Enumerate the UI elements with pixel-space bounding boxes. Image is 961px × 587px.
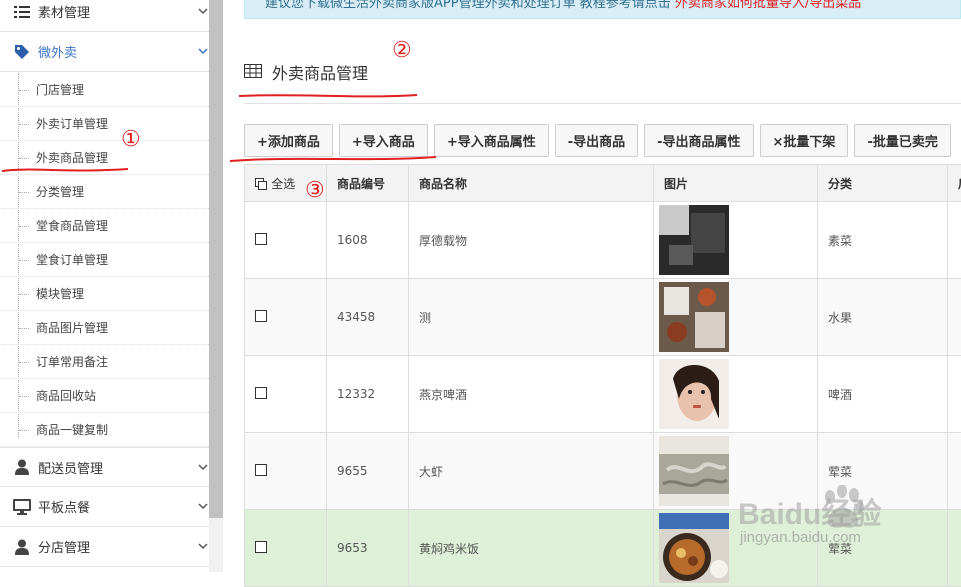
annotation-underline-3: [228, 153, 438, 165]
table-header-row: 全选 商品编号 商品名称 图片 分类 后: [245, 165, 961, 202]
page-title-text: 外卖商品管理: [272, 60, 368, 84]
row-checkbox[interactable]: [255, 310, 267, 322]
category-header: 分类: [818, 165, 948, 202]
table-icon: [244, 63, 262, 82]
scrollbar-thumb[interactable]: [209, 0, 223, 518]
table-row: 12332 燕京啤酒 啤酒: [245, 356, 961, 433]
row-checkbox[interactable]: [255, 233, 267, 245]
sidebar-item-orders[interactable]: 外卖订单管理: [0, 107, 209, 141]
product-name: 黄焖鸡米饭: [409, 510, 654, 587]
sidebar-item-dinein-orders[interactable]: 堂食订单管理: [0, 243, 209, 277]
tag-icon: [12, 42, 32, 62]
list-icon: [12, 2, 32, 22]
table-row: 43458 测 水果: [245, 279, 961, 356]
bulk-soldout-button[interactable]: -批量已卖完: [854, 124, 950, 157]
chevron-down-icon: [197, 461, 209, 473]
sidebar: 素材管理 微外卖 门店管理 外卖订单管理 外卖商品管理 分类管理 堂食商品管理 …: [0, 0, 209, 572]
sidebar-item-recycle[interactable]: 商品回收站: [0, 379, 209, 413]
bulk-delist-button[interactable]: ×批量下架: [760, 124, 849, 157]
product-category: 啤酒: [818, 356, 948, 433]
product-image[interactable]: [659, 359, 729, 429]
product-name: 燕京啤酒: [409, 356, 654, 433]
product-code: 43458: [327, 279, 409, 356]
import-attributes-button[interactable]: +导入商品属性: [434, 124, 549, 157]
row-checkbox[interactable]: [255, 464, 267, 476]
name-header: 商品名称: [409, 165, 654, 202]
chevron-down-icon: [197, 500, 209, 512]
user-icon: [12, 537, 32, 557]
copy-icon: [255, 178, 267, 190]
product-code: 9655: [327, 433, 409, 510]
sidebar-item-label: 模块管理: [36, 285, 84, 302]
watermark-brand: Baidu经验: [738, 489, 881, 533]
user-icon: [12, 457, 32, 477]
sidebar-item-label: 商品图片管理: [36, 319, 108, 336]
sidebar-group-label: 素材管理: [38, 2, 90, 21]
monitor-icon: [12, 497, 32, 517]
sidebar-item-label: 订单常用备注: [36, 353, 108, 370]
annotation-marker-1: ①: [121, 127, 141, 152]
product-image[interactable]: [659, 205, 729, 275]
export-attributes-button[interactable]: -导出商品属性: [644, 124, 753, 157]
sidebar-item-dinein-products[interactable]: 堂食商品管理: [0, 209, 209, 243]
product-name: 大虾: [409, 433, 654, 510]
sidebar-item-label: 门店管理: [36, 81, 84, 98]
sidebar-item-modules[interactable]: 模块管理: [0, 277, 209, 311]
divider: [244, 103, 961, 104]
sidebar-item-copy[interactable]: 商品一键复制: [0, 413, 209, 447]
product-name: 测: [409, 279, 654, 356]
sidebar-group-label: 配送员管理: [38, 458, 103, 477]
sidebar-group-branches[interactable]: 分店管理: [0, 527, 209, 567]
product-category: 素菜: [818, 202, 948, 279]
watermark-url: jingyan.baidu.com: [740, 529, 861, 546]
sidebar-item-store[interactable]: 门店管理: [0, 73, 209, 107]
sidebar-group-materials[interactable]: 素材管理: [0, 0, 209, 32]
product-code: 1608: [327, 202, 409, 279]
baidu-watermark: Baidu经验 jingyan.baidu.com: [736, 485, 961, 572]
annotation-underline-1: [0, 164, 130, 176]
annotation-marker-2: ②: [392, 38, 412, 63]
chevron-down-icon: [197, 5, 209, 17]
product-image[interactable]: [659, 436, 729, 506]
row-checkbox[interactable]: [255, 387, 267, 399]
sidebar-scrollbar[interactable]: [209, 0, 223, 572]
sidebar-item-label: 商品一键复制: [36, 421, 108, 438]
product-image[interactable]: [659, 513, 729, 583]
submenu-weiwaimai: 门店管理 外卖订单管理 外卖商品管理 分类管理 堂食商品管理 堂食订单管理 模块…: [0, 73, 209, 447]
sidebar-item-label: 分类管理: [36, 183, 84, 200]
notice-link[interactable]: 外卖商家如何批量导入/导出菜品: [675, 0, 861, 11]
select-all-label: 全选: [271, 177, 295, 191]
sidebar-group-label: 微外卖: [38, 42, 77, 61]
sidebar-group-label: 分店管理: [38, 537, 90, 556]
product-name: 厚德载物: [409, 202, 654, 279]
code-header: 商品编号: [327, 165, 409, 202]
sidebar-group-tablet[interactable]: 平板点餐: [0, 487, 209, 527]
sidebar-group-weiwaimai[interactable]: 微外卖: [0, 32, 209, 72]
extra-header: 后: [948, 165, 961, 202]
row-checkbox[interactable]: [255, 541, 267, 553]
product-code: 12332: [327, 356, 409, 433]
export-products-button[interactable]: -导出商品: [555, 124, 638, 157]
notice-banner: 建议您下载微生活外卖商家版APP管理外卖和处理订单 教程参考请点击 外卖商家如何…: [244, 0, 961, 19]
image-header: 图片: [654, 165, 818, 202]
sidebar-item-label: 堂食订单管理: [36, 251, 108, 268]
sidebar-group-label: 平板点餐: [38, 497, 90, 516]
product-code: 9653: [327, 510, 409, 587]
product-category: 水果: [818, 279, 948, 356]
sidebar-item-categories[interactable]: 分类管理: [0, 175, 209, 209]
table-row: 1608 厚德载物 素菜: [245, 202, 961, 279]
chevron-down-icon: [197, 540, 209, 552]
chevron-down-icon: [197, 45, 209, 57]
sidebar-item-label: 商品回收站: [36, 387, 96, 404]
annotation-underline-2: [237, 91, 419, 101]
sidebar-group-couriers[interactable]: 配送员管理: [0, 447, 209, 487]
sidebar-item-images[interactable]: 商品图片管理: [0, 311, 209, 345]
product-image[interactable]: [659, 282, 729, 352]
annotation-marker-3: ③: [305, 178, 325, 203]
sidebar-item-label: 外卖订单管理: [36, 115, 108, 132]
page-title: 外卖商品管理: [244, 60, 368, 84]
notice-text: 建议您下载微生活外卖商家版APP管理外卖和处理订单 教程参考请点击: [265, 0, 675, 11]
sidebar-item-notes[interactable]: 订单常用备注: [0, 345, 209, 379]
sidebar-item-label: 堂食商品管理: [36, 217, 108, 234]
